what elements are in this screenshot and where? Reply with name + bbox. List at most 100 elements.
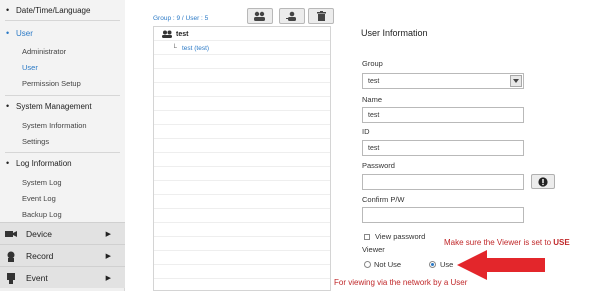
sidebar-item-label: User — [16, 28, 33, 38]
group-select[interactable]: test — [362, 73, 524, 89]
tree-row — [154, 167, 330, 181]
sidebar-subitem-settings[interactable]: Settings — [0, 134, 125, 148]
camera-icon — [5, 229, 17, 239]
sidebar-subitem-label: Event Log — [22, 193, 56, 203]
bullet-icon: • — [6, 5, 10, 15]
tree-row — [154, 55, 330, 69]
event-icon — [5, 272, 17, 284]
tree-row — [154, 153, 330, 167]
sidebar-subitem-system-log[interactable]: System Log — [0, 175, 125, 189]
sidebar-item-label: Record — [26, 250, 54, 261]
tree-row — [154, 209, 330, 223]
tree-user-item[interactable]: └ test (test) — [172, 45, 209, 52]
group-select-value: test — [368, 77, 380, 85]
delete-button[interactable] — [308, 8, 334, 24]
divider — [5, 152, 120, 153]
confirm-password-label: Confirm P/W — [362, 195, 405, 204]
chevron-down-icon[interactable] — [510, 75, 522, 87]
view-password-label: View password — [375, 232, 426, 241]
viewer-label: Viewer — [362, 245, 385, 254]
sidebar-menu: • Date/Time/Language • User Administrato… — [0, 0, 125, 222]
sidebar-item-date-time[interactable]: • Date/Time/Language — [0, 3, 125, 17]
annotation-note-bold: USE — [553, 238, 570, 247]
name-label: Name — [362, 95, 383, 104]
sidebar-subitem-event-log[interactable]: Event Log — [0, 191, 125, 205]
name-field[interactable]: test — [362, 107, 524, 123]
tree-branch-icon: └ — [172, 45, 177, 52]
tree-group-item[interactable]: test — [162, 30, 188, 38]
sidebar-item-log-information[interactable]: • Log Information — [0, 156, 125, 170]
tree-row — [154, 125, 330, 139]
bullet-icon: • — [6, 28, 10, 38]
annotation-note-text: Make sure the Viewer is set to — [444, 238, 554, 247]
sidebar-subitem-label: User — [22, 62, 38, 72]
tree-row — [154, 181, 330, 195]
tree-row — [154, 97, 330, 111]
sidebar-item-label: Device — [26, 228, 52, 239]
tree-row — [154, 223, 330, 237]
chevron-right-icon: ▶ — [105, 252, 111, 260]
tree-row — [154, 83, 330, 97]
tree-row — [154, 69, 330, 83]
sidebar-item-device[interactable]: Device ▶ — [0, 222, 125, 244]
viewer-use-radio[interactable] — [429, 261, 436, 268]
group-user-count: Group : 9 / User : 5 — [153, 15, 209, 22]
sidebar-item-label: Log Information — [16, 158, 72, 168]
annotation-note: Make sure the Viewer is set to USE — [444, 238, 570, 247]
tree-row — [154, 251, 330, 265]
sidebar-item-label: System Management — [16, 101, 92, 111]
group-icon — [162, 30, 172, 38]
tree-row — [154, 237, 330, 251]
tree-group-label: test — [176, 30, 189, 38]
confirm-password-field[interactable] — [362, 207, 524, 223]
sidebar: • Date/Time/Language • User Administrato… — [0, 0, 125, 291]
tree-row — [154, 139, 330, 153]
group-label: Group — [362, 59, 383, 68]
sidebar-item-record[interactable]: Record ▶ — [0, 244, 125, 266]
tree-row — [154, 195, 330, 209]
info-icon — [538, 176, 548, 187]
sidebar-item-label: Date/Time/Language — [16, 5, 91, 15]
password-field[interactable] — [362, 174, 524, 190]
bullet-icon: • — [6, 158, 10, 168]
tree-row — [154, 265, 330, 279]
sidebar-item-event[interactable]: Event ▶ — [0, 266, 125, 288]
add-user-button[interactable] — [279, 8, 305, 24]
sidebar-subitem-label: Permission Setup — [22, 78, 81, 88]
sidebar-subitem-label: Administrator — [22, 46, 67, 56]
password-info-button[interactable] — [531, 174, 555, 189]
divider — [5, 20, 120, 21]
viewer-not-use-label: Not Use — [374, 260, 402, 269]
viewer-use-label: Use — [440, 260, 454, 269]
sidebar-subitem-administrator[interactable]: Administrator — [0, 44, 125, 58]
add-user-icon — [286, 11, 296, 21]
sidebar-subitem-backup-log[interactable]: Backup Log — [0, 207, 125, 221]
view-password-checkbox[interactable] — [364, 234, 370, 240]
bullet-icon: • — [6, 101, 10, 111]
annotation-bottom-note: For viewing via the network by a User — [334, 278, 468, 287]
tree-user-label: test (test) — [181, 45, 210, 52]
sidebar-subitem-permission-setup[interactable]: Permission Setup — [0, 76, 125, 90]
chevron-right-icon: ▶ — [105, 274, 111, 282]
sidebar-subitem-label: Settings — [22, 136, 50, 146]
sidebar-subitem-label: System Information — [22, 120, 87, 130]
trash-icon — [316, 11, 326, 21]
add-group-button[interactable] — [247, 8, 273, 24]
user-tree: test └ test (test) — [153, 26, 331, 291]
id-label: ID — [362, 127, 370, 136]
chevron-right-icon: ▶ — [105, 230, 111, 238]
record-icon — [5, 251, 17, 262]
add-group-icon — [254, 11, 265, 21]
sidebar-subitem-user[interactable]: User — [0, 60, 125, 74]
id-field[interactable]: test — [362, 140, 524, 156]
divider — [5, 95, 120, 96]
sidebar-item-label: Event — [26, 272, 48, 283]
viewer-not-use-radio[interactable] — [364, 261, 371, 268]
annotation-arrow-icon — [457, 250, 545, 280]
sidebar-item-system-management[interactable]: • System Management — [0, 99, 125, 113]
tree-row — [154, 111, 330, 125]
sidebar-item-user[interactable]: • User — [0, 26, 125, 40]
sidebar-subitem-system-information[interactable]: System Information — [0, 118, 125, 132]
panel-title: User Information — [361, 28, 428, 38]
password-label: Password — [362, 161, 395, 170]
